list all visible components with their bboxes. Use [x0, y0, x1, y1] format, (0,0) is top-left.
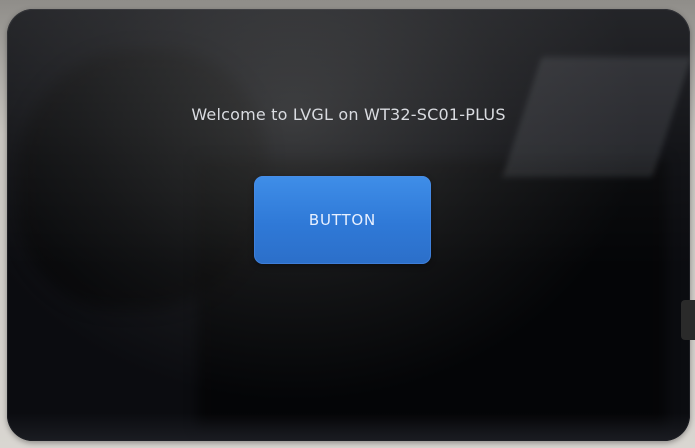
welcome-label: Welcome to LVGL on WT32-SC01-PLUS [191, 105, 506, 124]
usb-cable [681, 300, 695, 340]
main-button[interactable]: BUTTON [254, 176, 431, 264]
display-device: Welcome to LVGL on WT32-SC01-PLUS BUTTON [7, 9, 690, 441]
device-bottom-edge [7, 413, 690, 441]
photo-scene: Welcome to LVGL on WT32-SC01-PLUS BUTTON [0, 0, 695, 448]
